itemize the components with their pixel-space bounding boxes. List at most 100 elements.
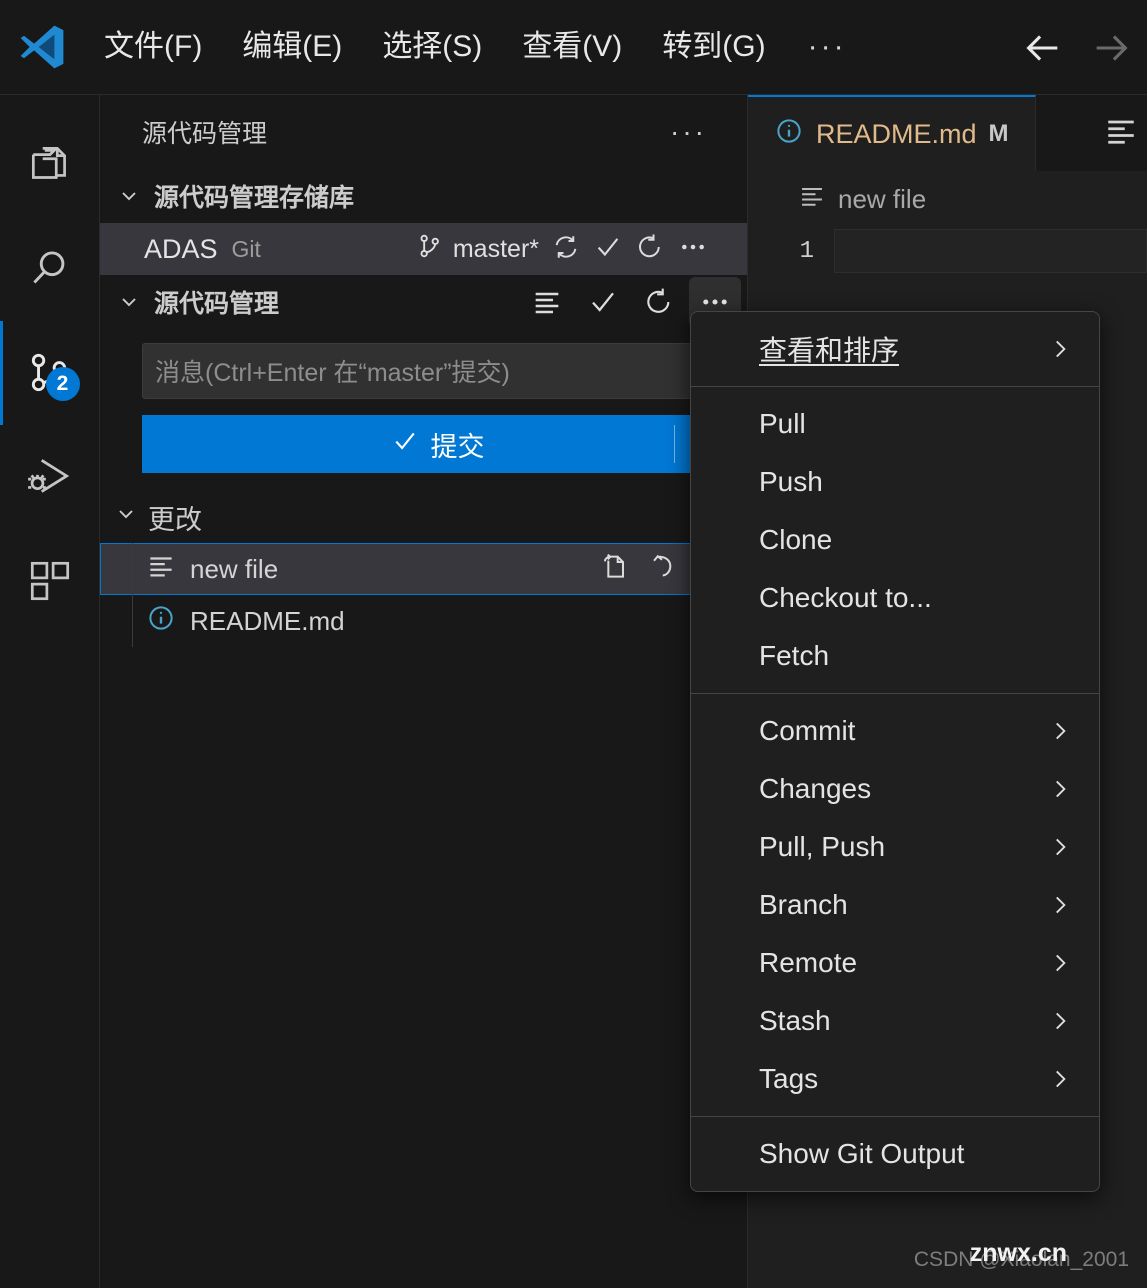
tab-label: README.md: [816, 118, 977, 149]
change-row-label: README.md: [190, 605, 345, 636]
menu-go[interactable]: 转到(G): [642, 24, 785, 70]
menu-item-clone[interactable]: Clone: [691, 511, 1099, 569]
menu-bar: 文件(F) 编辑(E) 选择(S) 查看(V) 转到(G) ···: [84, 24, 869, 70]
source-control-badge: 2: [45, 367, 80, 401]
repository-branch-label: master*: [452, 234, 539, 263]
menu-selection[interactable]: 选择(S): [362, 24, 502, 70]
watermark-overlay: znwx.cn: [969, 1239, 1067, 1267]
editor-tab-bar: README.md M: [748, 95, 1147, 171]
menu-item-pull[interactable]: Pull: [691, 395, 1099, 453]
line-content: [834, 229, 1147, 273]
chevron-down-icon: [114, 290, 144, 314]
vscode-window: 文件(F) 编辑(E) 选择(S) 查看(V) 转到(G) ··· 2 源代码管…: [0, 0, 1147, 1288]
discard-changes-icon[interactable]: [649, 551, 679, 588]
menu-separator: [691, 386, 1099, 387]
menu-overflow-icon[interactable]: ···: [786, 24, 869, 70]
section-source-control-label: 源代码管理: [154, 290, 280, 318]
menu-item-branch[interactable]: Branch: [691, 876, 1099, 934]
menu-file[interactable]: 文件(F): [84, 24, 222, 70]
section-repositories-label: 源代码管理存储库: [154, 184, 355, 212]
editor-actions: [1103, 95, 1147, 171]
activity-bar: 2: [0, 95, 100, 1288]
menu-item-stash[interactable]: Stash: [691, 992, 1099, 1050]
menu-item-pull-push[interactable]: Pull, Push: [691, 818, 1099, 876]
commit-button[interactable]: 提交: [142, 415, 733, 473]
change-row-readme[interactable]: README.md: [100, 595, 747, 647]
menu-item-show-git-output[interactable]: Show Git Output: [691, 1125, 1099, 1183]
commit-button-label: 提交: [430, 431, 485, 462]
menu-item-fetch[interactable]: Fetch: [691, 627, 1099, 685]
repository-row[interactable]: ADAS Git master*: [100, 223, 747, 275]
section-source-control[interactable]: 源代码管理: [100, 275, 747, 329]
chevron-down-icon: [114, 184, 144, 208]
sidebar-item-explorer[interactable]: [0, 113, 100, 217]
view-list-icon[interactable]: [521, 277, 573, 327]
menu-view[interactable]: 查看(V): [502, 24, 642, 70]
commit-button-divider: [674, 425, 675, 463]
change-row-label: new file: [190, 553, 279, 584]
changes-group-label: 更改: [148, 504, 202, 535]
chevron-right-icon: [1047, 892, 1073, 918]
sidebar-item-run-debug[interactable]: [0, 425, 100, 529]
sidebar-item-search[interactable]: [0, 217, 100, 321]
tree-guide: [132, 543, 133, 595]
menu-item-push[interactable]: Push: [691, 453, 1099, 511]
vscode-logo-icon: [0, 20, 84, 74]
title-bar: 文件(F) 编辑(E) 选择(S) 查看(V) 转到(G) ···: [0, 0, 1147, 95]
list-lines-icon: [146, 551, 176, 588]
git-branch-icon: [416, 232, 444, 267]
breadcrumb-label: new file: [838, 183, 927, 214]
tab-modified-indicator: M: [988, 120, 1009, 147]
chevron-right-icon: [1047, 950, 1073, 976]
check-icon[interactable]: [593, 232, 623, 267]
repository-actions: master*: [416, 231, 747, 268]
breadcrumb[interactable]: new file: [748, 171, 1147, 227]
tree-guide: [132, 595, 133, 647]
more-icon[interactable]: [677, 231, 709, 268]
info-circle-icon: [146, 603, 176, 640]
menu-separator: [691, 1116, 1099, 1117]
sidebar-more-icon[interactable]: ···: [670, 116, 733, 148]
commit-message-placeholder: 消息(Ctrl+Enter 在“master”提交): [155, 359, 510, 387]
changes-group-header[interactable]: 更改: [100, 491, 747, 543]
menu-separator: [691, 693, 1099, 694]
sync-icon[interactable]: [551, 232, 581, 267]
menu-item-checkout-to[interactable]: Checkout to...: [691, 569, 1099, 627]
menu-item-remote[interactable]: Remote: [691, 934, 1099, 992]
chevron-right-icon: [1047, 1008, 1073, 1034]
chevron-right-icon: [1047, 776, 1073, 802]
change-row-new-file[interactable]: new file: [100, 543, 747, 595]
sidebar-header: 源代码管理 ···: [100, 95, 747, 169]
sidebar-item-extensions[interactable]: [0, 529, 100, 633]
tab-readme[interactable]: README.md M: [748, 95, 1036, 171]
refresh-icon[interactable]: [635, 232, 665, 267]
menu-item-changes[interactable]: Changes: [691, 760, 1099, 818]
line-number: 1: [799, 237, 814, 265]
repository-name: ADAS: [144, 233, 218, 264]
menu-item-view-and-sort[interactable]: 查看和排序: [691, 320, 1099, 378]
code-line: 1: [748, 227, 1147, 275]
arrow-right-icon[interactable]: [1077, 25, 1147, 71]
check-icon[interactable]: [577, 277, 629, 327]
check-icon: [391, 427, 419, 462]
open-file-icon[interactable]: [599, 550, 631, 589]
editor-actions-icon[interactable]: [1103, 113, 1139, 154]
menu-item-commit[interactable]: Commit: [691, 702, 1099, 760]
repository-type: Git: [231, 235, 261, 262]
navigation-arrows: [1007, 0, 1147, 95]
menu-item-tags[interactable]: Tags: [691, 1050, 1099, 1108]
source-control-sidebar: 源代码管理 ··· 源代码管理存储库 ADAS Git master* 源代码管…: [100, 95, 748, 1288]
repository-branch[interactable]: master*: [416, 232, 539, 267]
chevron-right-icon: [1047, 834, 1073, 860]
chevron-right-icon: [1047, 1066, 1073, 1092]
section-repositories[interactable]: 源代码管理存储库: [100, 169, 747, 223]
refresh-icon[interactable]: [633, 277, 685, 327]
commit-message-input[interactable]: 消息(Ctrl+Enter 在“master”提交): [142, 343, 733, 399]
chevron-right-icon: [1047, 336, 1073, 362]
list-lines-icon: [798, 182, 826, 217]
menu-edit[interactable]: 编辑(E): [222, 24, 362, 70]
sidebar-item-source-control[interactable]: 2: [0, 321, 100, 425]
code-editor[interactable]: 1: [748, 227, 1147, 275]
arrow-left-icon[interactable]: [1007, 25, 1077, 71]
git-context-menu: 查看和排序 Pull Push Clone Checkout to... Fet…: [690, 311, 1100, 1192]
